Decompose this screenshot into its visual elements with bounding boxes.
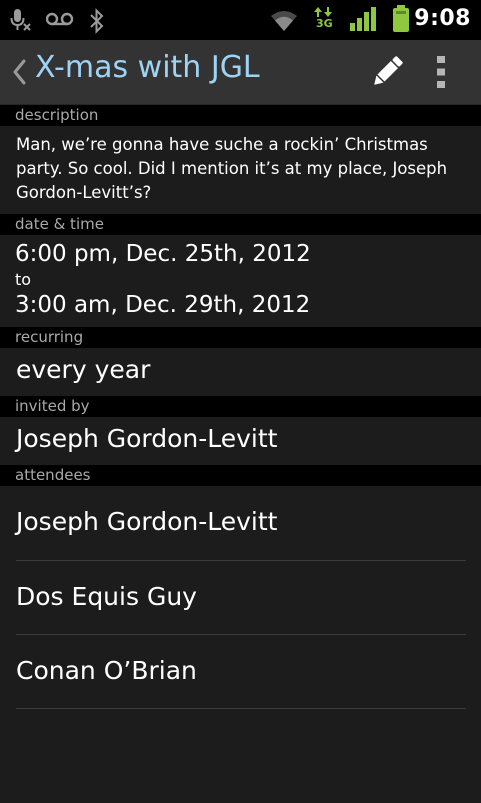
- bluetooth-icon: [90, 8, 104, 34]
- signal-icon: [350, 7, 376, 31]
- date-time-block: 6:00 pm, Dec. 25th, 2012 to 3:00 am, Dec…: [0, 235, 481, 327]
- wifi-icon: [271, 11, 297, 31]
- attendees-header: attendees: [0, 465, 481, 486]
- action-bar: X-mas with JGL: [0, 40, 481, 105]
- pencil-edit-icon[interactable]: [368, 53, 406, 91]
- date-time-separator: to: [15, 270, 32, 289]
- recurring-header: recurring: [0, 327, 481, 348]
- event-title[interactable]: X-mas with JGL: [35, 50, 260, 85]
- recurring-value: every year: [16, 355, 151, 384]
- 3g-data-icon: 3G: [313, 6, 337, 34]
- invited-by-value[interactable]: Joseph Gordon-Levitt: [0, 417, 481, 465]
- event-details: description Man, we’re gonna have suche …: [0, 105, 481, 803]
- overflow-menu-icon[interactable]: [432, 54, 450, 90]
- battery-icon: [393, 5, 409, 32]
- date-time-header: date & time: [0, 214, 481, 235]
- back-chevron-icon[interactable]: [11, 58, 29, 86]
- description-header: description: [0, 105, 481, 126]
- voicemail-icon: [46, 12, 74, 26]
- attendee-item[interactable]: Dos Equis Guy: [16, 561, 466, 635]
- status-bar: 3G 9:08: [0, 0, 481, 40]
- attendee-item[interactable]: Joseph Gordon-Levitt: [16, 486, 466, 561]
- microphone-muted-icon: [10, 9, 31, 31]
- attendee-list: Joseph Gordon-Levitt Dos Equis Guy Conan…: [0, 486, 481, 709]
- end-date-time: 3:00 am, Dec. 29th, 2012: [15, 292, 311, 318]
- description-text: Man, we’re gonna have suche a rockin’ Ch…: [16, 135, 448, 202]
- clock-time: 9:08: [414, 6, 471, 31]
- attendee-item[interactable]: Conan O’Brian: [16, 635, 466, 709]
- invited-by-header: invited by: [0, 396, 481, 417]
- start-date-time: 6:00 pm, Dec. 25th, 2012: [15, 241, 311, 267]
- network-type-label: 3G: [316, 17, 333, 30]
